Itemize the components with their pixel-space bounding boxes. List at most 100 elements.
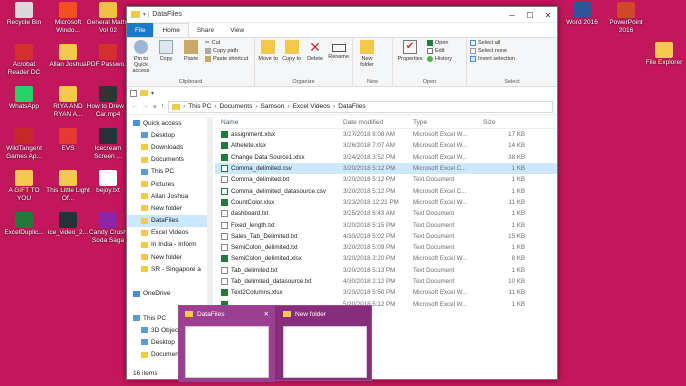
desktop-icon[interactable]: How to Drew a Car.mp4 — [86, 86, 130, 119]
file-row[interactable]: CountColor.xlsx 3/23/2018 12:21 PM Microso… — [215, 197, 557, 208]
app-icon — [15, 170, 33, 186]
file-row[interactable]: dashboard.txt 3/25/2018 6:43 AM Text Docum… — [215, 208, 557, 219]
dropdown-arrow-icon[interactable]: ▾ — [151, 90, 154, 97]
breadcrumb-this-pc[interactable]: This PC — [188, 103, 211, 110]
nav-item[interactable]: Pictures — [127, 178, 207, 190]
desktop-icon[interactable]: EVS — [46, 128, 90, 153]
nav-item[interactable]: This PC — [127, 166, 207, 178]
nav-item[interactable]: SR - Singapore a — [127, 263, 207, 275]
close-button[interactable]: ✕ — [539, 7, 557, 23]
file-row[interactable]: Change Data Source1.xlsx 3/24/2018 3:52 P… — [215, 152, 557, 163]
thumbnail-new-folder[interactable]: New folder — [277, 306, 373, 382]
maximize-button[interactable]: ☐ — [521, 7, 539, 23]
desktop-icon[interactable]: ice_video_2... — [46, 212, 90, 237]
column-size[interactable]: Size — [477, 119, 525, 126]
pin-quick-access-button[interactable]: Pin to Quick access — [130, 40, 152, 79]
desktop-icon[interactable]: WildTangent Games Ap... — [2, 128, 46, 161]
paste-shortcut-button[interactable]: Paste shortcut — [205, 56, 248, 62]
nav-item[interactable]: Allan Joshua — [127, 190, 207, 202]
delete-button[interactable]: ✕ Delete — [305, 40, 325, 79]
breadcrumb-datafiles[interactable]: DataFiles — [338, 103, 365, 110]
file-row[interactable]: Comma_delimited.csv 3/20/2018 5:12 PM Micr… — [215, 162, 557, 175]
file-row[interactable]: Comma_delimited.txt 3/20/2018 5:12 PM Text… — [215, 174, 557, 185]
desktop-icon[interactable]: Icecream Screen ... — [86, 128, 130, 161]
copy-path-button[interactable]: Copy path — [205, 48, 248, 54]
tab-share[interactable]: Share — [189, 23, 222, 37]
desktop-icon[interactable]: This Little Light Of... — [46, 170, 90, 203]
rename-button[interactable]: Rename — [328, 40, 349, 79]
desktop-icon[interactable]: PowerPoint 2016 — [604, 2, 648, 35]
address-bar[interactable]: › This PC › Documents › Samson › Excel Vide… — [168, 100, 553, 113]
desktop-icon[interactable]: PDF Passwo... — [86, 44, 130, 69]
nav-item[interactable]: New folder — [127, 202, 207, 214]
new-group-label: New — [366, 79, 378, 85]
copy-to-button[interactable]: Copy to — [281, 40, 301, 79]
file-row[interactable]: Fixed_length.txt 3/20/2018 5:15 PM Text Do… — [215, 219, 557, 230]
desktop-icon[interactable]: RIYA AND RYAN A... — [46, 86, 90, 119]
file-row[interactable]: Athelete.xlsx 3/26/2018 7:07 AM Microsoft … — [215, 140, 557, 151]
desktop-icon[interactable]: bejoy.txt — [86, 170, 130, 195]
file-row[interactable]: Tab_delimited_datasource.txt 4/30/2018 2:… — [215, 276, 557, 287]
tab-view[interactable]: View — [222, 23, 252, 37]
breadcrumb-excel-videos[interactable]: Excel Videos — [293, 103, 330, 110]
minimize-button[interactable]: ─ — [503, 7, 521, 23]
back-arrow-icon[interactable]: ← — [131, 103, 138, 110]
select-all-button[interactable]: Select all — [470, 40, 515, 46]
select-none-button[interactable]: Select none — [470, 48, 515, 54]
thumbnail-datafiles[interactable]: DataFiles ✕ — [179, 306, 275, 382]
column-date-modified[interactable]: Date modified — [343, 119, 413, 126]
file-row[interactable]: assignment.xlsx 3/27/2018 8:08 AM Microsof… — [215, 129, 557, 140]
cut-button[interactable]: ✂ Cut — [205, 40, 248, 46]
tab-home[interactable]: Home — [153, 23, 189, 37]
nav-folder-icon — [141, 217, 148, 224]
forward-arrow-icon[interactable]: → — [142, 103, 149, 110]
nav-item[interactable]: Desktop — [127, 129, 207, 141]
copy-button[interactable]: Copy — [155, 40, 177, 79]
csv-file-icon — [221, 187, 228, 195]
nav-item[interactable]: DataFiles — [127, 214, 207, 227]
desktop-icon[interactable]: WhatsApp — [2, 86, 46, 111]
edit-button[interactable]: Edit — [427, 48, 452, 54]
paste-button[interactable]: Paste — [180, 40, 202, 79]
desktop-icon[interactable]: Recycle Bin — [2, 2, 46, 27]
column-name[interactable]: Name — [215, 119, 343, 126]
nav-item[interactable]: OneDrive — [127, 288, 207, 300]
up-arrow-icon[interactable]: ↑ — [161, 103, 165, 110]
file-row[interactable]: SemiColon_delimited.xlsx 3/20/2018 2:20 P… — [215, 253, 557, 264]
nav-item[interactable]: Downloads — [127, 141, 207, 153]
nav-item[interactable]: In India - Inform — [127, 239, 207, 251]
nav-item[interactable]: Excel Videos — [127, 227, 207, 239]
desktop-icon[interactable]: Word 2016 — [560, 2, 604, 27]
desktop-icon[interactable]: File Explorer — [642, 42, 686, 67]
nav-item[interactable]: Quick access — [127, 117, 207, 129]
file-row[interactable]: Sales_Tab_Delimited.txt 4/30/2018 5:02 PM… — [215, 231, 557, 242]
breadcrumb-documents[interactable]: Documents — [219, 103, 252, 110]
desktop-icon[interactable]: General Maths Vol 02 — [86, 2, 130, 35]
desktop-icon[interactable]: Acrobat Reader DC — [2, 44, 46, 77]
file-rows: assignment.xlsx 3/27/2018 8:08 AM Microsof… — [215, 129, 557, 310]
desktop-icon[interactable]: A GIFT TO YOU — [2, 170, 46, 203]
checkbox-icon[interactable] — [130, 89, 137, 97]
history-button[interactable]: History — [427, 56, 452, 62]
history-dropdown-icon[interactable]: ▾ — [153, 103, 157, 111]
tab-file[interactable]: File — [127, 23, 154, 37]
properties-button[interactable]: ✔ Properties — [396, 40, 424, 79]
desktop-icon[interactable]: Allan Joshua — [46, 44, 90, 69]
file-row[interactable]: SemiColon_delimited.txt 3/20/2018 5:09 PM… — [215, 242, 557, 253]
desktop-icon[interactable]: Candy Crush Soda Saga — [86, 212, 130, 245]
move-to-button[interactable]: Move to — [258, 40, 278, 79]
desktop-icon[interactable]: Microsoft Windo... — [46, 2, 90, 35]
file-row[interactable]: Comma_delimited_datasource.csv 3/20/2018 … — [215, 185, 557, 196]
breadcrumb-samson[interactable]: Samson — [261, 103, 285, 110]
file-row[interactable]: Text2Columns.xlsx 3/20/2018 5:50 PM Micros… — [215, 287, 557, 298]
nav-item[interactable]: New folder — [127, 251, 207, 263]
thumbnail-close-icon[interactable]: ✕ — [264, 310, 269, 318]
file-row[interactable]: Tab_delimited.txt 3/20/2018 5:13 PM Text D… — [215, 265, 557, 276]
invert-selection-button[interactable]: Invert selection — [470, 56, 515, 62]
desktop-icon[interactable]: ExcelDuplic... — [2, 212, 46, 237]
open-button[interactable]: Open — [427, 40, 452, 46]
new-folder-button[interactable]: New folder — [356, 40, 378, 79]
nav-item[interactable]: Documents — [127, 154, 207, 166]
column-type[interactable]: Type — [413, 119, 477, 126]
file-type: Text Document — [413, 210, 455, 218]
